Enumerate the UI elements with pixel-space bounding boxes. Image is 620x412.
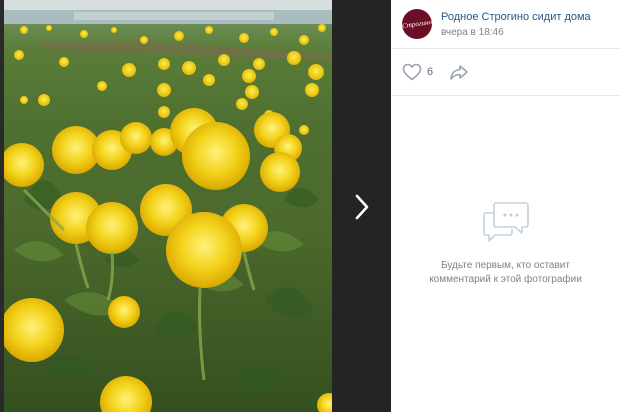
photo-viewer [0, 0, 391, 412]
post-actions: 6 [391, 49, 620, 96]
like-button[interactable]: 6 [402, 62, 433, 82]
avatar[interactable]: Строгино [402, 9, 432, 39]
comments-icon [483, 202, 529, 242]
comments-empty-line1: Будьте первым, кто оставит [441, 260, 570, 271]
heart-icon [402, 63, 422, 81]
post-timestamp[interactable]: вчера в 18:46 [441, 27, 504, 38]
dandelion-field-image [4, 0, 332, 412]
like-count: 6 [427, 66, 434, 78]
post-header: Строгино Родное Строгино сидит дома вчер… [391, 0, 620, 49]
photo[interactable] [4, 0, 332, 412]
post-sidebar: Строгино Родное Строгино сидит дома вчер… [391, 0, 620, 412]
author-name[interactable]: Родное Строгино сидит дома [441, 11, 591, 23]
comments-empty-text: Будьте первым, кто оставит комментарий к… [411, 259, 600, 287]
share-icon[interactable] [449, 62, 469, 82]
comments-empty-line2: комментарий к этой фотографии [429, 274, 582, 285]
chevron-right-icon[interactable] [352, 192, 372, 222]
avatar-logo-text: Строгино [402, 17, 432, 31]
comments-empty-state: Будьте первым, кто оставит комментарий к… [391, 96, 620, 412]
